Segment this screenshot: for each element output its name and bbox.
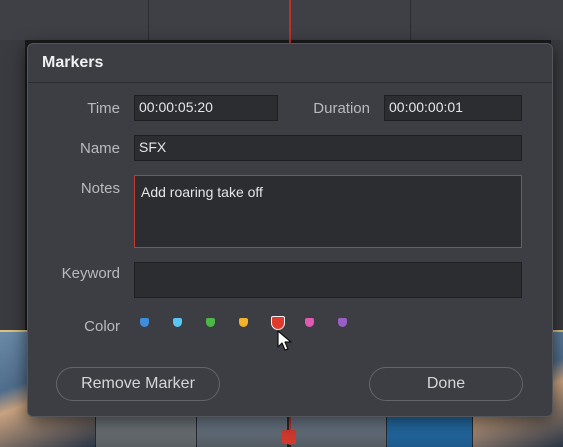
name-label: Name <box>79 140 120 157</box>
notes-field[interactable]: Add roaring take off <box>134 175 522 248</box>
color-swatch-pink[interactable] <box>305 318 314 327</box>
track-divider <box>410 0 411 40</box>
color-swatch-red[interactable] <box>271 316 285 330</box>
remove-marker-button[interactable]: Remove Marker <box>56 367 220 401</box>
keyword-label: Keyword <box>61 265 120 282</box>
dialog-title: Markers <box>42 54 104 71</box>
title-divider <box>28 82 552 83</box>
color-swatch-yellow[interactable] <box>239 318 248 327</box>
color-swatch-blue[interactable] <box>140 318 149 327</box>
time-field[interactable]: 00:00:05:20 <box>134 95 278 121</box>
time-label: Time <box>87 100 120 117</box>
timeline-marker[interactable] <box>282 430 296 444</box>
duration-label: Duration <box>313 100 370 117</box>
mouse-cursor-icon <box>277 330 292 351</box>
done-button[interactable]: Done <box>369 367 523 401</box>
markers-dialog: Markers Time 00:00:05:20 Duration 00:00:… <box>27 43 553 417</box>
name-field[interactable]: SFX <box>134 135 522 161</box>
color-swatch-cyan[interactable] <box>173 318 182 327</box>
color-swatch-purple[interactable] <box>338 318 347 327</box>
timeline-ruler <box>0 0 563 40</box>
keyword-field[interactable] <box>134 262 522 298</box>
color-label: Color <box>84 318 120 335</box>
duration-field[interactable]: 00:00:00:01 <box>384 95 522 121</box>
track-divider <box>148 0 149 40</box>
timeline-background <box>0 40 25 340</box>
color-swatch-green[interactable] <box>206 318 215 327</box>
notes-label: Notes <box>80 180 120 197</box>
